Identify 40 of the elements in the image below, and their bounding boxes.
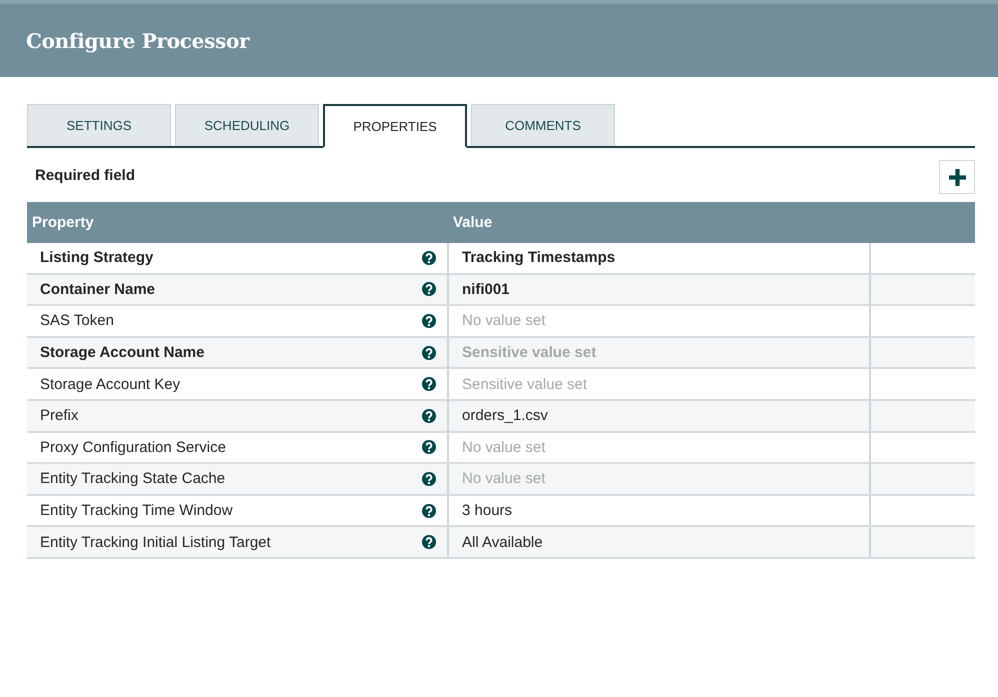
column-header: Property [31,214,95,231]
property-name: Proxy Configuration Service [40,438,226,456]
property-value: Sensitive value set [462,344,596,362]
help-icon[interactable] [422,250,436,265]
property-name: Container Name [40,280,156,298]
property-name: Entity Tracking Initial Listing Target [40,534,271,551]
dialog-title: Configure Processor [26,28,250,52]
help-icon[interactable] [422,314,436,328]
property-value: No value set [462,470,546,488]
help-icon[interactable] [422,282,436,296]
help-icon[interactable] [422,346,436,360]
property-value: nifi001 [462,280,510,298]
property-value: No value set [462,438,546,456]
help-icon[interactable] [422,504,436,518]
tab[interactable]: COMMENTS [471,104,615,146]
property-name: Storage Account Key [40,376,180,393]
help-icon[interactable] [422,408,436,423]
column-header: Value [452,214,494,231]
property-name: SAS Token [40,312,114,330]
help-icon[interactable] [422,440,436,454]
tab[interactable]: SETTINGS [27,104,171,146]
tab[interactable]: PROPERTIES [323,104,467,148]
add-button[interactable] [939,160,975,194]
required-field-label: Required field [35,166,136,184]
property-name: Storage Account Name [40,344,204,362]
help-icon[interactable] [422,535,436,550]
property-name: Prefix [40,407,78,424]
property-name: Entity Tracking State Cache [40,470,226,488]
tab[interactable]: SCHEDULING [175,104,319,146]
property-value: Tracking Timestamps [462,249,616,266]
property-value: orders_1.csv [462,407,548,424]
plus-icon [948,168,966,186]
help-icon[interactable] [422,472,436,486]
property-value: No value set [462,312,546,330]
help-icon[interactable] [422,377,436,392]
property-value: 3 hours [462,502,512,520]
property-name: Listing Strategy [40,249,154,266]
property-value: Sensitive value set [462,376,588,393]
property-value: All Available [462,534,543,551]
property-name: Entity Tracking Time Window [40,502,233,520]
